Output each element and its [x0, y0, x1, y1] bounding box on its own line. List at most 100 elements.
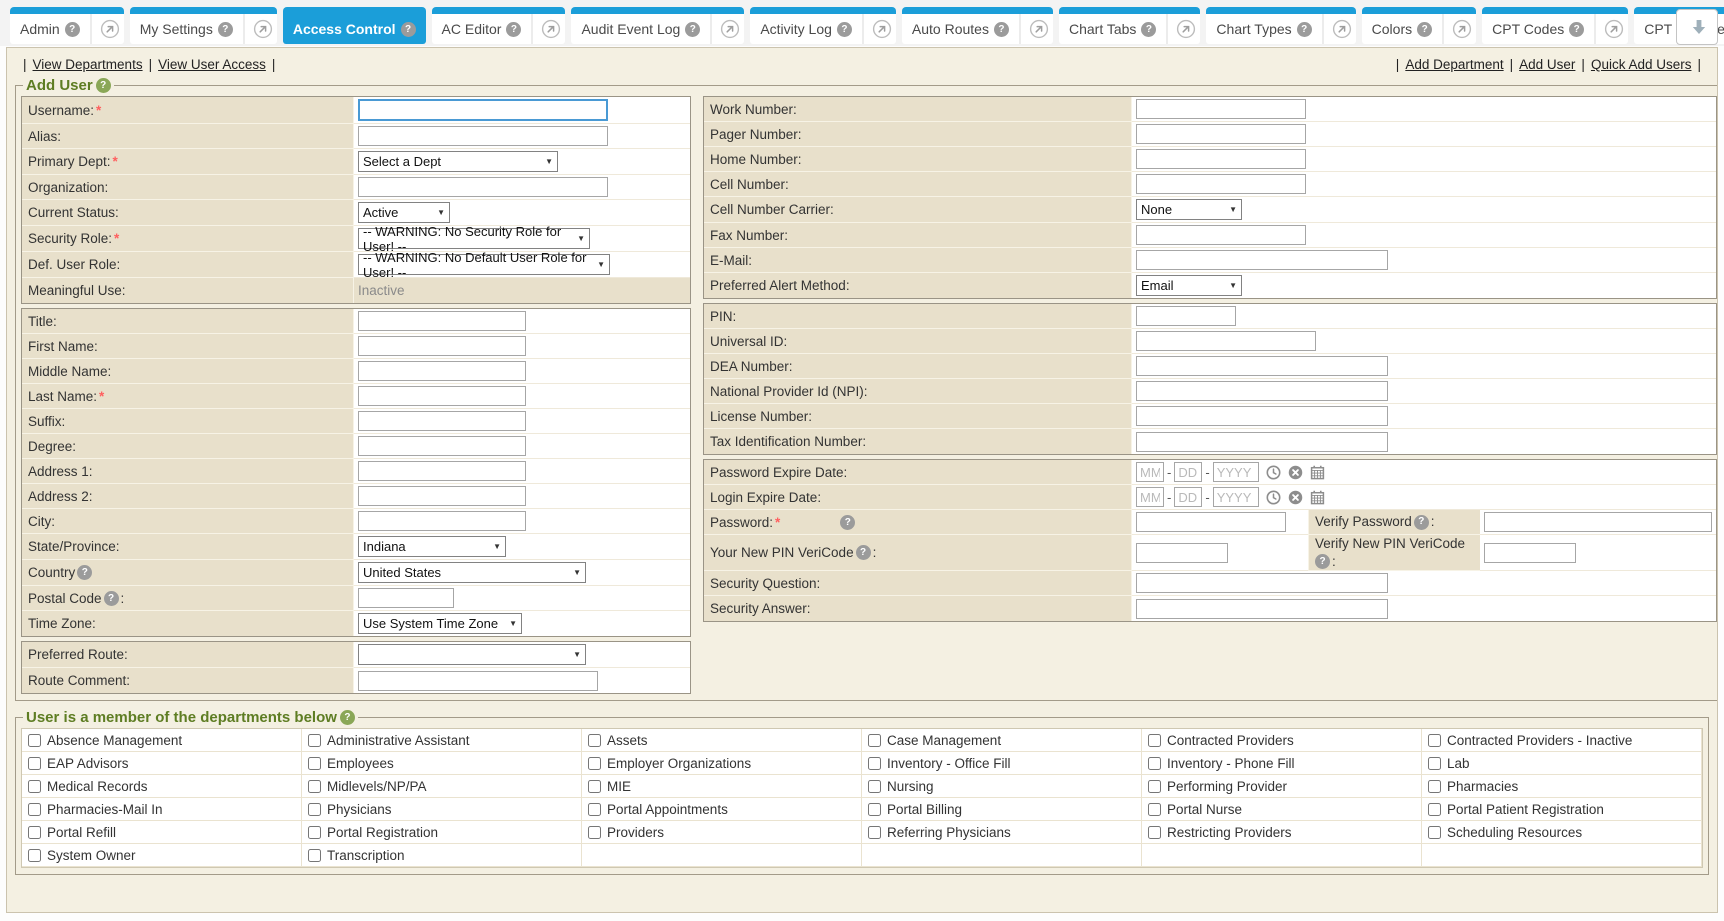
checkbox-referring-physicians[interactable]: [868, 826, 881, 839]
checkbox-portal-billing[interactable]: [868, 803, 881, 816]
input-universal-id[interactable]: [1136, 331, 1316, 351]
help-icon[interactable]: [1414, 515, 1429, 530]
select-cell-number-carrier[interactable]: None: [1136, 199, 1242, 220]
calendar-icon[interactable]: [1310, 490, 1325, 505]
tab-admin[interactable]: Admin: [10, 7, 124, 44]
checkbox-pharmacies-mail-in[interactable]: [28, 803, 41, 816]
checkbox-inventory-office-fill[interactable]: [868, 757, 881, 770]
input-security-question[interactable]: [1136, 573, 1388, 593]
checkbox-portal-appointments[interactable]: [588, 803, 601, 816]
popout-button[interactable]: [862, 14, 896, 44]
checkbox-portal-refill[interactable]: [28, 826, 41, 839]
checkbox-case-management[interactable]: [868, 734, 881, 747]
help-icon[interactable]: [856, 545, 871, 560]
tab-auto-routes[interactable]: Auto Routes: [902, 7, 1053, 44]
checkbox-performing-provider[interactable]: [1148, 780, 1161, 793]
popout-button[interactable]: [1166, 14, 1200, 44]
select-current-status[interactable]: Active: [358, 202, 450, 223]
checkbox-administrative-assistant[interactable]: [308, 734, 321, 747]
tab-activity-log[interactable]: Activity Log: [750, 7, 896, 44]
input-pin[interactable]: [1136, 306, 1236, 326]
input-license-number[interactable]: [1136, 406, 1388, 426]
checkbox-transcription[interactable]: [308, 849, 321, 862]
select-preferred-alert-method[interactable]: Email: [1136, 275, 1242, 296]
help-icon[interactable]: [218, 22, 233, 37]
tab-audit-event-log[interactable]: Audit Event Log: [571, 7, 744, 44]
help-icon[interactable]: [1315, 554, 1330, 569]
input-work-number[interactable]: [1136, 99, 1306, 119]
clock-icon[interactable]: [1266, 490, 1281, 505]
input-login-expire-date-dd[interactable]: [1174, 487, 1202, 507]
help-icon[interactable]: [65, 22, 80, 37]
help-icon[interactable]: [685, 22, 700, 37]
input-last-name[interactable]: [358, 386, 526, 406]
calendar-icon[interactable]: [1310, 465, 1325, 480]
checkbox-portal-patient-registration[interactable]: [1428, 803, 1441, 816]
help-icon[interactable]: [1417, 22, 1432, 37]
checkbox-medical-records[interactable]: [28, 780, 41, 793]
help-icon[interactable]: [401, 22, 416, 37]
checkbox-contracted-providers-inactive[interactable]: [1428, 734, 1441, 747]
checkbox-providers[interactable]: [588, 826, 601, 839]
tab-ac-editor[interactable]: AC Editor: [432, 7, 566, 44]
select-state-province[interactable]: Indiana: [358, 536, 506, 557]
input-pager-number[interactable]: [1136, 124, 1306, 144]
popout-button[interactable]: [710, 14, 744, 44]
checkbox-employees[interactable]: [308, 757, 321, 770]
link-view-user-access[interactable]: View User Access: [158, 57, 266, 72]
checkbox-scheduling-resources[interactable]: [1428, 826, 1441, 839]
checkbox-inventory-phone-fill[interactable]: [1148, 757, 1161, 770]
input-degree[interactable]: [358, 436, 526, 456]
input-first-name[interactable]: [358, 336, 526, 356]
select-country[interactable]: United States: [358, 562, 586, 583]
popout-button[interactable]: [243, 14, 277, 44]
select-security-role[interactable]: -- WARNING: No Security Role for User! -…: [358, 228, 590, 249]
clear-icon[interactable]: [1288, 490, 1303, 505]
checkbox-system-owner[interactable]: [28, 849, 41, 862]
tab-access-control[interactable]: Access Control: [283, 7, 426, 44]
input-address-2[interactable]: [358, 486, 526, 506]
input-organization[interactable]: [358, 177, 608, 197]
input-e-mail[interactable]: [1136, 250, 1388, 270]
input-dea-number[interactable]: [1136, 356, 1388, 376]
input-national-provider-id-npi[interactable]: [1136, 381, 1388, 401]
checkbox-restricting-providers[interactable]: [1148, 826, 1161, 839]
clear-icon[interactable]: [1288, 465, 1303, 480]
input-login-expire-date-mm[interactable]: [1136, 487, 1164, 507]
clock-icon[interactable]: [1266, 465, 1281, 480]
input-login-expire-date-yyyy[interactable]: [1213, 487, 1259, 507]
help-icon[interactable]: [96, 78, 111, 93]
checkbox-nursing[interactable]: [868, 780, 881, 793]
popout-button[interactable]: [1322, 14, 1356, 44]
checkbox-employer-organizations[interactable]: [588, 757, 601, 770]
popout-button[interactable]: [1594, 14, 1628, 44]
checkbox-portal-registration[interactable]: [308, 826, 321, 839]
input-city[interactable]: [358, 511, 526, 531]
tab-cpt-codes[interactable]: CPT Codes: [1482, 7, 1628, 44]
help-icon[interactable]: [994, 22, 1009, 37]
popout-button[interactable]: [1019, 14, 1053, 44]
tab-colors[interactable]: Colors: [1362, 7, 1476, 44]
popout-button[interactable]: [90, 14, 124, 44]
help-icon[interactable]: [837, 22, 852, 37]
input-route-comment[interactable]: [358, 671, 598, 691]
help-icon[interactable]: [506, 22, 521, 37]
popout-button[interactable]: [531, 14, 565, 44]
checkbox-contracted-providers[interactable]: [1148, 734, 1161, 747]
input-username[interactable]: [358, 99, 608, 121]
checkbox-physicians[interactable]: [308, 803, 321, 816]
input-your-new-pin-vericode[interactable]: [1136, 543, 1228, 563]
link-add-user[interactable]: Add User: [1519, 57, 1575, 72]
help-icon[interactable]: [1569, 22, 1584, 37]
input-password-expire-date-dd[interactable]: [1174, 462, 1202, 482]
help-icon[interactable]: [77, 565, 92, 580]
link-add-department[interactable]: Add Department: [1405, 57, 1503, 72]
input-postal-code[interactable]: [358, 588, 454, 608]
select-primary-dept[interactable]: Select a Dept: [358, 151, 558, 172]
tab-my-settings[interactable]: My Settings: [130, 7, 277, 44]
input-fax-number[interactable]: [1136, 225, 1306, 245]
input-verify-new-pin-vericode[interactable]: [1484, 543, 1576, 563]
input-tax-identification-number[interactable]: [1136, 432, 1388, 452]
select-preferred-route[interactable]: [358, 644, 586, 665]
input-security-answer[interactable]: [1136, 599, 1388, 619]
